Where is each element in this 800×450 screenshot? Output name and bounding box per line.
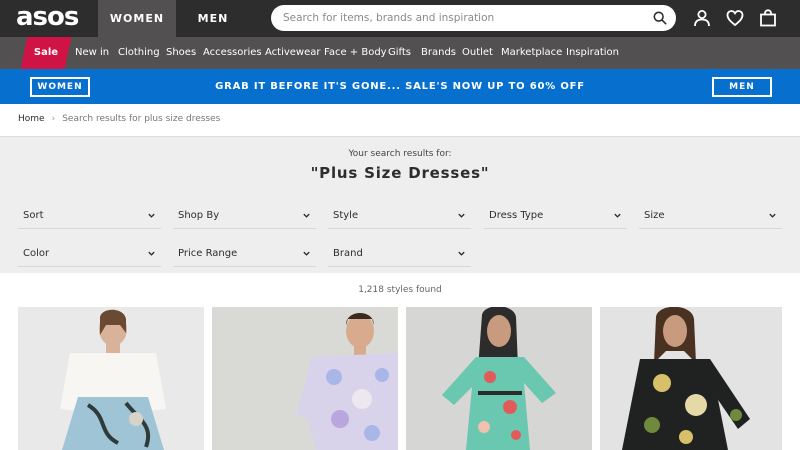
nav-item-new-in[interactable]: New in bbox=[75, 37, 109, 69]
filter-label: Price Range bbox=[178, 248, 238, 259]
product-card[interactable] bbox=[18, 307, 204, 450]
heart-icon[interactable] bbox=[726, 9, 744, 27]
breadcrumb: Home › Search results for plus size dresse… bbox=[18, 114, 220, 124]
account-icon[interactable] bbox=[693, 9, 711, 27]
filter-label: Shop By bbox=[178, 210, 220, 221]
nav-item-shoes[interactable]: Shoes bbox=[166, 37, 196, 69]
promo-women-button[interactable]: WOMEN bbox=[30, 77, 90, 97]
results-header: Your search results for: "Plus Size Dres… bbox=[0, 137, 800, 195]
chevron-down-icon bbox=[148, 251, 155, 256]
chevron-down-icon bbox=[458, 213, 465, 218]
chevron-down-icon bbox=[303, 213, 310, 218]
product-card[interactable] bbox=[212, 307, 398, 450]
filter-label: Brand bbox=[333, 248, 363, 259]
filter-dress-type[interactable]: Dress Type bbox=[484, 202, 627, 229]
nav-item-inspiration[interactable]: Inspiration bbox=[566, 37, 619, 69]
breadcrumb-separator: › bbox=[51, 114, 56, 124]
nav-item-activewear[interactable]: Activewear bbox=[265, 37, 321, 69]
filter-style[interactable]: Style bbox=[328, 202, 471, 229]
bag-icon[interactable] bbox=[759, 9, 777, 27]
nav-item-face-body[interactable]: Face + Body bbox=[324, 37, 387, 69]
product-card[interactable] bbox=[600, 307, 782, 450]
product-card[interactable] bbox=[406, 307, 592, 450]
nav-item-sale-label: Sale bbox=[33, 47, 59, 58]
breadcrumb-home[interactable]: Home bbox=[18, 114, 45, 124]
tab-women[interactable]: WOMEN bbox=[98, 0, 176, 37]
search-icon[interactable] bbox=[653, 11, 667, 25]
filter-label: Style bbox=[333, 210, 359, 221]
product-image[interactable] bbox=[600, 307, 782, 450]
top-header: asos WOMEN MEN bbox=[0, 0, 800, 37]
product-image[interactable] bbox=[212, 307, 398, 450]
chevron-down-icon bbox=[614, 213, 621, 218]
chevron-down-icon bbox=[148, 213, 155, 218]
chevron-down-icon bbox=[458, 251, 465, 256]
filter-price-range[interactable]: Price Range bbox=[173, 240, 316, 267]
filter-label: Dress Type bbox=[489, 210, 544, 221]
nav-item-accessories[interactable]: Accessories bbox=[203, 37, 262, 69]
breadcrumb-current: Search results for plus size dresses bbox=[62, 114, 221, 124]
asos-logo[interactable]: asos bbox=[16, 2, 79, 32]
product-image[interactable] bbox=[406, 307, 592, 450]
nav-item-marketplace[interactable]: Marketplace bbox=[501, 37, 562, 69]
nav-item-gifts[interactable]: Gifts bbox=[388, 37, 411, 69]
filter-shop-by[interactable]: Shop By bbox=[173, 202, 316, 229]
product-image[interactable] bbox=[18, 307, 204, 450]
tab-men[interactable]: MEN bbox=[176, 0, 250, 37]
results-count: 1,218 styles found bbox=[358, 285, 442, 295]
nav-item-clothing[interactable]: Clothing bbox=[118, 37, 160, 69]
search-box bbox=[271, 5, 676, 31]
nav-item-sale[interactable]: Sale bbox=[20, 37, 72, 69]
filter-bar: Sort Shop By Style Dress Type Size Color… bbox=[0, 195, 800, 273]
results-subtitle: Your search results for: bbox=[348, 149, 452, 159]
chevron-down-icon bbox=[303, 251, 310, 256]
promo-men-button[interactable]: MEN bbox=[712, 77, 772, 97]
filter-brand[interactable]: Brand bbox=[328, 240, 471, 267]
chevron-down-icon bbox=[769, 213, 776, 218]
promo-text[interactable]: GRAB IT BEFORE IT'S GONE... SALE'S NOW U… bbox=[0, 69, 800, 104]
filter-sort[interactable]: Sort bbox=[18, 202, 161, 229]
filter-label: Color bbox=[23, 248, 50, 259]
promo-banner[interactable]: GRAB IT BEFORE IT'S GONE... SALE'S NOW U… bbox=[0, 69, 800, 104]
nav-item-outlet[interactable]: Outlet bbox=[462, 37, 493, 69]
category-nav: Sale New in Clothing Shoes Accessories A… bbox=[0, 37, 800, 69]
search-input[interactable] bbox=[283, 9, 643, 27]
nav-item-brands[interactable]: Brands bbox=[421, 37, 456, 69]
filter-color[interactable]: Color bbox=[18, 240, 161, 267]
filter-label: Size bbox=[644, 210, 665, 221]
page-title: "Plus Size Dresses" bbox=[310, 164, 490, 182]
filter-size[interactable]: Size bbox=[639, 202, 782, 229]
filter-label: Sort bbox=[23, 210, 44, 221]
